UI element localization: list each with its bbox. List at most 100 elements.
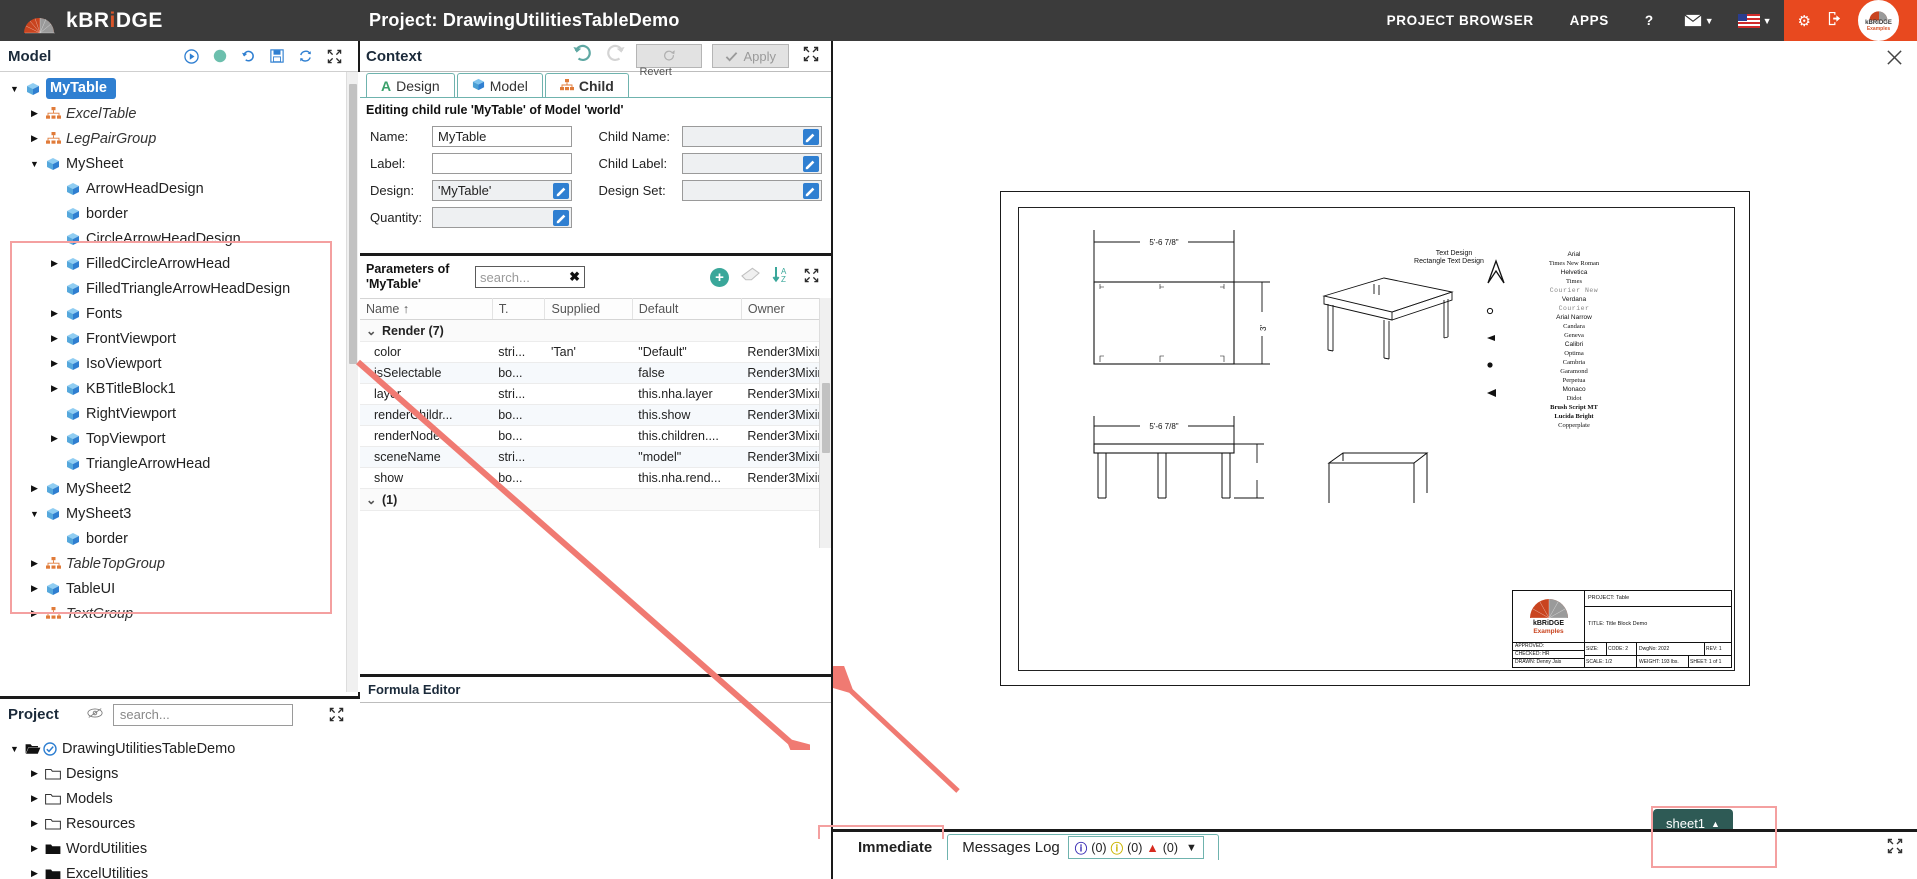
save-icon[interactable]	[270, 49, 284, 63]
brand-logo-group[interactable]: kBRiDGE	[0, 8, 345, 34]
model-tree-scrollbar[interactable]	[346, 72, 358, 692]
field-input[interactable]	[432, 153, 572, 174]
project-tree-item[interactable]: Resources	[0, 811, 360, 836]
edit-pencil-icon[interactable]	[802, 156, 819, 172]
twisty-closed-icon[interactable]	[46, 383, 63, 394]
parameters-group-row-2[interactable]: ⌄ (1)	[360, 488, 831, 511]
parameters-table-row[interactable]: sceneName stri... "model" Render3Mixin	[360, 446, 831, 468]
revert-button[interactable]: Revert	[636, 44, 703, 78]
parameters-table-row[interactable]: renderChildr... bo... this.show Render3Mixi…	[360, 404, 831, 426]
model-tree-item[interactable]: ExcelTable	[0, 101, 360, 126]
edit-pencil-icon[interactable]	[553, 210, 569, 226]
twisty-closed-icon[interactable]	[26, 583, 43, 594]
twisty-open-icon[interactable]	[26, 509, 43, 519]
edit-pencil-icon[interactable]	[802, 129, 819, 145]
model-tree-item[interactable]: MySheet	[0, 151, 360, 176]
parameters-table-row[interactable]: color stri... 'Tan' "Default" Render3Mixin	[360, 341, 831, 363]
model-tree-item[interactable]: TextGroup	[0, 601, 360, 626]
twisty-open-icon[interactable]	[6, 84, 23, 94]
field-input[interactable]	[681, 126, 822, 147]
parameters-group-row[interactable]: ⌄ Render (7)	[360, 319, 831, 342]
model-tree-item[interactable]: MyTable	[0, 76, 360, 101]
project-tree[interactable]: DrawingUtilitiesTableDemo Designs Models Re…	[0, 730, 360, 879]
field-input[interactable]: MyTable	[432, 126, 572, 147]
parameters-column-header[interactable]: T.	[492, 298, 546, 320]
tab-design[interactable]: A Design	[366, 73, 455, 97]
twisty-closed-icon[interactable]	[26, 868, 43, 879]
user-avatar[interactable]: kBRiDGE Examples	[1858, 0, 1899, 41]
parameters-table-row[interactable]: show bo... this.nha.rend... Render3Mixin	[360, 467, 831, 489]
chevron-down-icon[interactable]: ▼	[1186, 842, 1197, 854]
twisty-closed-icon[interactable]	[26, 108, 43, 119]
parameters-column-header[interactable]: Owner	[741, 298, 832, 320]
scroll-thumb[interactable]	[348, 84, 357, 364]
apply-button[interactable]: Apply	[712, 44, 789, 68]
model-tree-item[interactable]: TableUI	[0, 576, 360, 601]
parameters-column-header[interactable]: Default	[632, 298, 742, 320]
expand-icon[interactable]	[329, 707, 344, 722]
parameters-column-header[interactable]: Name ↑	[360, 298, 493, 320]
visibility-off-icon[interactable]	[87, 706, 103, 724]
twisty-closed-icon[interactable]	[46, 333, 63, 344]
parameters-table-row[interactable]: isSelectable bo... false Render3Mixin	[360, 362, 831, 384]
model-tree-item[interactable]: border	[0, 526, 360, 551]
model-tree-item[interactable]: IsoViewport	[0, 351, 360, 376]
play-icon[interactable]	[184, 48, 199, 64]
twisty-closed-icon[interactable]	[46, 258, 63, 269]
language-flag-icon[interactable]: ▼	[1726, 13, 1784, 28]
model-tree-item[interactable]: ArrowHeadDesign	[0, 176, 360, 201]
project-search-input[interactable]: search...	[112, 703, 293, 726]
model-tree-item[interactable]: MySheet2	[0, 476, 360, 501]
twisty-closed-icon[interactable]	[26, 818, 43, 829]
twisty-open-icon[interactable]	[6, 744, 23, 754]
nav-apps[interactable]: APPS	[1552, 13, 1627, 28]
undo-icon[interactable]	[241, 49, 256, 64]
model-tree-item[interactable]: RightViewport	[0, 401, 360, 426]
field-input[interactable]	[681, 153, 822, 174]
expand-icon[interactable]	[804, 268, 819, 287]
clear-x-icon[interactable]: ✖	[569, 269, 580, 285]
edit-pencil-icon[interactable]	[553, 183, 569, 199]
model-tree-item[interactable]: CircleArrowHeadDesign	[0, 226, 360, 251]
model-tree-item[interactable]: KBTitleBlock1	[0, 376, 360, 401]
twisty-closed-icon[interactable]	[26, 843, 43, 854]
model-tree-item[interactable]: TriangleArrowHead	[0, 451, 360, 476]
twisty-closed-icon[interactable]	[46, 433, 63, 444]
undo-icon[interactable]	[572, 42, 594, 70]
project-tree-item[interactable]: WordUtilities	[0, 836, 360, 861]
twisty-open-icon[interactable]	[26, 159, 43, 169]
twisty-closed-icon[interactable]	[26, 133, 43, 144]
twisty-closed-icon[interactable]	[26, 558, 43, 569]
scroll-thumb[interactable]	[821, 383, 830, 453]
project-tree-item[interactable]: Models	[0, 786, 360, 811]
twisty-closed-icon[interactable]	[26, 483, 43, 494]
twisty-closed-icon[interactable]	[26, 608, 43, 619]
expand-icon[interactable]	[1887, 838, 1903, 858]
gear-icon[interactable]: ⚙	[1798, 12, 1811, 30]
twisty-open-icon[interactable]: ⌄	[366, 492, 382, 507]
project-tree-item[interactable]: Designs	[0, 761, 360, 786]
twisty-closed-icon[interactable]	[46, 308, 63, 319]
add-circle-icon[interactable]: +	[710, 267, 729, 287]
field-input[interactable]	[681, 180, 822, 201]
field-input[interactable]	[432, 207, 572, 228]
mail-icon[interactable]: ▼	[1672, 14, 1726, 27]
nav-project-browser[interactable]: PROJECT BROWSER	[1369, 13, 1552, 28]
project-tree-item[interactable]: ExcelUtilities	[0, 861, 360, 879]
model-tree-item[interactable]: border	[0, 201, 360, 226]
parameters-column-header[interactable]: Supplied	[544, 298, 633, 320]
drawing-sheet[interactable]: 5'-6 7/8" 3' 5'-6 7/8" Text Design Recta…	[1000, 191, 1750, 686]
project-tree-item[interactable]: DrawingUtilitiesTableDemo	[0, 736, 360, 761]
twisty-closed-icon[interactable]	[26, 768, 43, 779]
sort-az-icon[interactable]: AZ	[772, 266, 792, 289]
close-icon[interactable]	[1886, 49, 1903, 71]
logout-icon[interactable]	[1827, 11, 1842, 30]
model-tree-item[interactable]: FilledTriangleArrowHeadDesign	[0, 276, 360, 301]
twisty-closed-icon[interactable]	[46, 358, 63, 369]
tab-child[interactable]: Child	[544, 73, 629, 97]
parameters-table-row[interactable]: renderNode bo... this.children.... Render3M…	[360, 425, 831, 447]
tab-immediate[interactable]: Immediate	[843, 834, 948, 860]
field-input[interactable]: 'MyTable'	[432, 180, 572, 201]
tab-messages-log[interactable]: Messages Log ⓘ (0) ⓘ (0) ▲ (0) ▼	[947, 834, 1219, 860]
model-tree-item[interactable]: TableTopGroup	[0, 551, 360, 576]
